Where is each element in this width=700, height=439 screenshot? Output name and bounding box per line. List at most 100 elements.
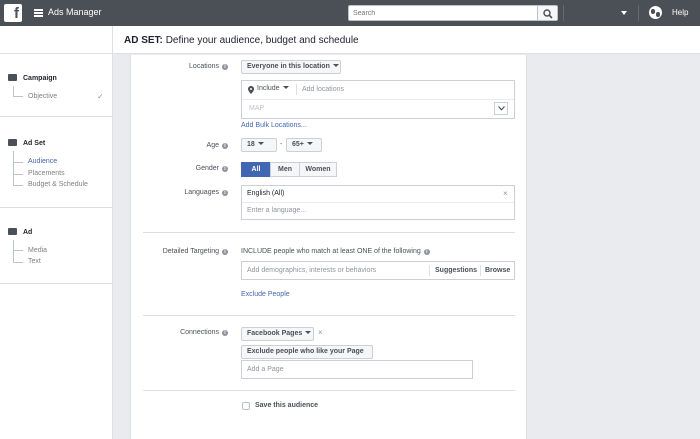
facebook-logo[interactable]: f <box>4 4 22 22</box>
search-icon <box>543 9 553 19</box>
chevron-down-icon <box>305 331 312 334</box>
section-divider <box>143 390 515 391</box>
search-input[interactable] <box>349 6 537 20</box>
search-field[interactable] <box>348 5 538 21</box>
tree-line <box>13 86 14 96</box>
top-bar: f Ads Manager Help <box>0 0 700 26</box>
help-link[interactable]: Help <box>672 8 688 17</box>
info-icon[interactable]: i <box>222 143 228 149</box>
check-icon: ✓ <box>97 92 104 101</box>
exclude-people-link[interactable]: Exclude People <box>241 291 290 298</box>
sidebar-item-media[interactable]: Media <box>28 247 47 254</box>
tree-line <box>13 151 14 186</box>
gender-label: Gender i <box>131 165 228 172</box>
add-page-input[interactable]: Add a Page <box>247 366 284 373</box>
info-icon[interactable]: i <box>423 249 430 255</box>
tree-line <box>13 262 23 263</box>
tree-line <box>13 240 14 262</box>
sidebar-adset-label: Ad Set <box>23 140 46 147</box>
map-toggle[interactable]: MAP <box>249 105 264 112</box>
languages-box: English (All) × Enter a language... <box>241 185 515 220</box>
gender-all-button[interactable]: All <box>241 162 271 177</box>
page-header: AD SET: Define your audience, budget and… <box>113 26 700 54</box>
add-page-field[interactable]: Add a Page <box>241 360 473 379</box>
close-icon[interactable]: × <box>318 328 323 337</box>
divider <box>563 5 564 21</box>
gender-women-button[interactable]: Women <box>299 162 337 177</box>
add-locations-input[interactable]: Add locations <box>302 86 344 93</box>
sidebar-item-budget-schedule[interactable]: Budget & Schedule <box>28 181 88 188</box>
audience-form: Locations i Everyone in this location Inc… <box>130 55 527 439</box>
gender-men-button[interactable]: Men <box>270 162 300 177</box>
age-min-dropdown[interactable]: 18 <box>241 138 277 152</box>
ad-icon <box>8 228 17 235</box>
suggestions-button[interactable]: Suggestions <box>435 267 477 274</box>
tree-line <box>13 250 23 251</box>
divider <box>0 207 113 208</box>
page-title: AD SET: Define your audience, budget and… <box>124 35 359 46</box>
location-scope-dropdown[interactable]: Everyone in this location <box>241 60 341 74</box>
tree-line <box>13 174 23 175</box>
divider <box>429 265 430 276</box>
info-icon[interactable]: i <box>222 249 228 255</box>
chevron-down-icon <box>306 142 313 145</box>
locations-box: Include Add locations MAP <box>241 80 515 119</box>
tree-line <box>13 96 23 97</box>
info-icon[interactable]: i <box>222 166 228 172</box>
page-title-prefix: AD SET: <box>124 35 163 46</box>
sidebar-campaign[interactable]: Campaign <box>8 74 57 82</box>
detailed-targeting-label: Detailed Targeting i <box>131 248 228 255</box>
info-icon[interactable]: i <box>222 330 228 336</box>
menu-icon[interactable] <box>34 9 43 17</box>
app-title[interactable]: Ads Manager <box>48 7 102 17</box>
sidebar: Campaign Objective ✓ Ad Set Audience Pla… <box>0 26 113 439</box>
add-bulk-locations-link[interactable]: Add Bulk Locations... <box>241 122 307 129</box>
connections-label: Connections i <box>131 329 228 336</box>
detailed-targeting-input[interactable]: Add demographics, interests or behaviors <box>247 267 376 274</box>
info-icon[interactable]: i <box>222 190 228 196</box>
account-dropdown-icon[interactable] <box>621 11 627 15</box>
divider <box>242 99 514 100</box>
save-audience-checkbox[interactable] <box>242 402 250 410</box>
language-token: English (All) <box>247 190 285 197</box>
right-gutter <box>527 55 700 439</box>
connections-rule-dropdown[interactable]: Exclude people who like your Page <box>241 345 373 364</box>
chevron-down-icon <box>498 106 505 111</box>
divider <box>0 283 113 284</box>
tree-line <box>13 185 23 186</box>
search-button[interactable] <box>537 5 558 21</box>
location-pin-icon <box>248 86 254 94</box>
sidebar-ad[interactable]: Ad <box>8 228 32 236</box>
connections-type-dropdown[interactable]: Facebook Pages <box>241 327 314 341</box>
tree-line <box>13 162 23 163</box>
sidebar-adset[interactable]: Ad Set <box>8 139 45 147</box>
adset-icon <box>8 139 17 146</box>
section-divider <box>143 315 515 316</box>
age-max-dropdown[interactable]: 65+ <box>286 138 322 152</box>
sidebar-item-placements[interactable]: Placements <box>28 170 65 177</box>
language-input[interactable]: Enter a language... <box>247 207 306 214</box>
chevron-down-icon <box>257 142 264 145</box>
close-icon[interactable]: × <box>503 189 508 198</box>
age-separator: - <box>280 141 283 148</box>
age-label: Age i <box>131 142 228 149</box>
sidebar-item-text[interactable]: Text <box>28 258 41 265</box>
chevron-down-icon <box>332 64 339 67</box>
sidebar-ad-label: Ad <box>23 229 33 236</box>
save-audience-label: Save this audience <box>255 402 319 409</box>
include-dropdown[interactable]: Include <box>257 85 289 92</box>
divider <box>296 84 297 95</box>
info-icon[interactable]: i <box>222 64 228 70</box>
sidebar-item-objective[interactable]: Objective <box>28 93 57 100</box>
divider <box>638 5 639 21</box>
sidebar-item-audience[interactable]: Audience <box>28 158 57 165</box>
divider <box>242 202 514 203</box>
detailed-targeting-box: Add demographics, interests or behaviors… <box>241 261 515 280</box>
languages-label: Languages i <box>131 189 228 196</box>
map-expand-button[interactable] <box>494 102 508 115</box>
globe-icon[interactable] <box>649 6 662 19</box>
sidebar-campaign-label: Campaign <box>23 75 57 82</box>
section-divider <box>143 232 515 233</box>
folder-icon <box>8 74 17 81</box>
browse-button[interactable]: Browse <box>485 267 510 274</box>
